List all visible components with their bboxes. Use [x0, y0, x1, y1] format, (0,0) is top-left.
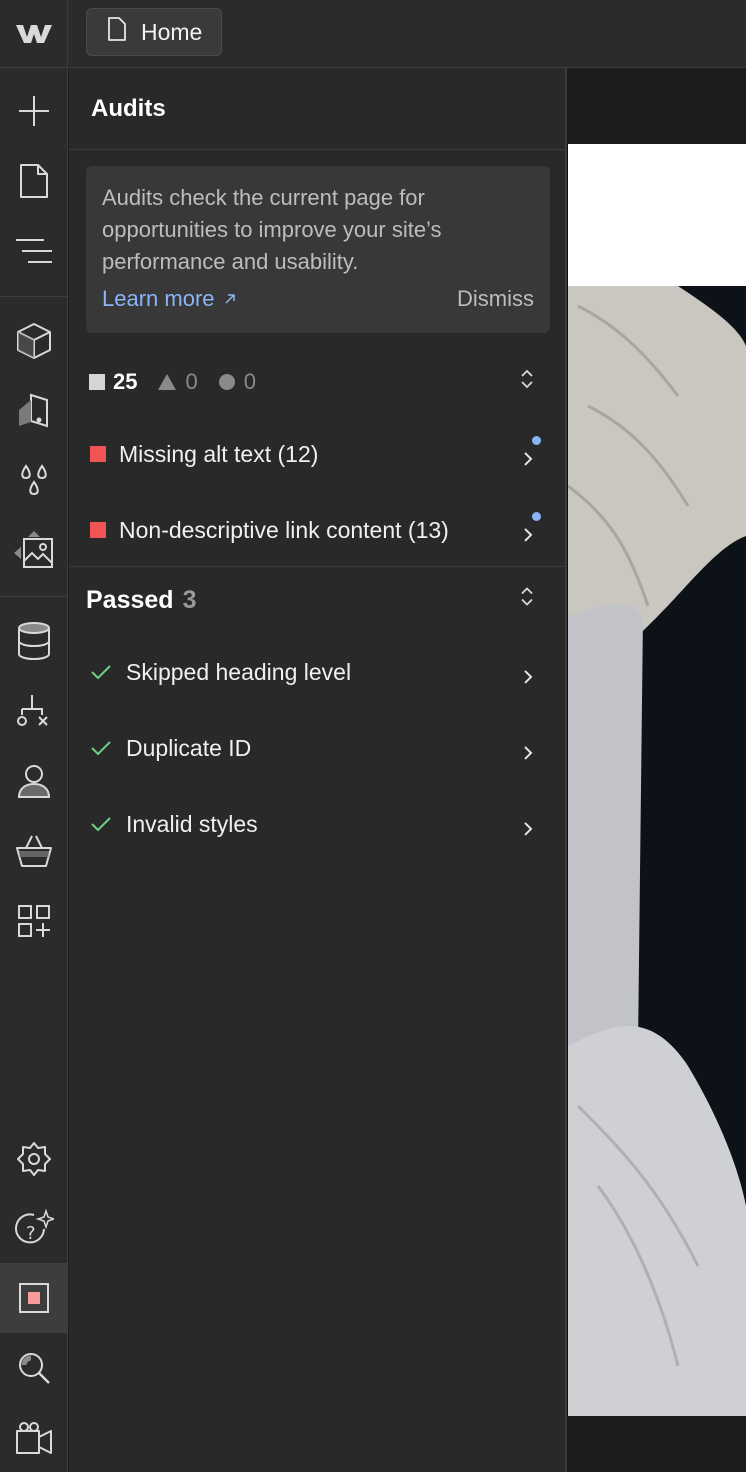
issue-label: Missing alt text (12) — [119, 440, 319, 467]
chevron-right-icon — [523, 664, 533, 691]
audits-panel: Audits Audits check the current page for… — [69, 68, 567, 1472]
components-icon[interactable] — [0, 306, 68, 376]
audit-summary: 25 0 0 — [69, 356, 565, 408]
chevron-right-icon — [523, 446, 533, 473]
error-square-icon — [90, 446, 106, 462]
passed-section-header[interactable]: Passed 3 — [69, 576, 565, 624]
issue-missing-alt-text[interactable]: Missing alt text (12) — [69, 419, 565, 489]
video-tutorials-icon[interactable] — [0, 1403, 68, 1472]
new-indicator-dot — [532, 512, 541, 521]
warning-triangle-icon — [158, 374, 177, 390]
ecommerce-icon[interactable] — [0, 816, 68, 886]
expand-collapse-icon[interactable] — [519, 367, 535, 397]
page-icon — [107, 17, 127, 47]
top-bar: Home — [0, 0, 746, 68]
check-icon — [91, 817, 111, 832]
dismiss-button[interactable]: Dismiss — [457, 286, 534, 312]
passed-item-label: Invalid styles — [126, 810, 258, 837]
learn-more-label: Learn more — [102, 286, 215, 311]
variables-icon[interactable] — [0, 446, 68, 516]
error-square-icon — [89, 374, 105, 390]
passed-invalid-styles[interactable]: Invalid styles — [69, 789, 565, 859]
settings-icon[interactable] — [0, 1124, 68, 1194]
design-canvas[interactable] — [567, 68, 746, 1472]
left-toolbar: ? — [0, 68, 68, 1472]
audits-icon[interactable] — [0, 1263, 68, 1333]
new-indicator-dot — [532, 436, 541, 445]
pages-icon[interactable] — [0, 146, 68, 216]
webflow-logo-icon[interactable] — [0, 0, 68, 67]
help-ai-icon[interactable]: ? — [0, 1194, 68, 1264]
info-text: Audits check the current page for opport… — [102, 185, 442, 274]
warnings-count: 0 — [157, 369, 198, 395]
navigator-icon[interactable] — [0, 216, 68, 286]
page-selector-label: Home — [141, 18, 203, 45]
suggestion-circle-icon — [218, 374, 235, 390]
apps-icon[interactable] — [0, 886, 68, 956]
passed-duplicate-id[interactable]: Duplicate ID — [69, 713, 565, 783]
check-icon — [91, 665, 111, 680]
logic-icon[interactable] — [0, 676, 68, 746]
issue-label: Non-descriptive link content (13) — [119, 516, 449, 543]
chevron-right-icon — [523, 522, 533, 549]
users-icon[interactable] — [0, 746, 68, 816]
chevron-right-icon — [523, 816, 533, 843]
passed-skipped-heading-level[interactable]: Skipped heading level — [69, 637, 565, 707]
canvas-top-bar — [567, 68, 746, 144]
divider — [69, 566, 565, 567]
add-icon[interactable] — [0, 76, 68, 146]
expand-collapse-icon[interactable] — [519, 585, 535, 616]
external-link-icon — [223, 286, 237, 312]
canvas-header-section — [568, 144, 746, 286]
passed-item-label: Skipped heading level — [126, 658, 352, 685]
issue-non-descriptive-link[interactable]: Non-descriptive link content (13) — [69, 495, 565, 565]
chevron-right-icon — [523, 740, 533, 767]
suggestions-count: 0 — [218, 369, 256, 395]
panel-title: Audits — [69, 68, 565, 150]
passed-label: Passed — [86, 585, 174, 614]
page-selector-button[interactable]: Home — [86, 8, 222, 56]
assets-icon[interactable] — [0, 516, 68, 586]
check-icon — [91, 741, 111, 756]
style-selectors-icon[interactable] — [0, 376, 68, 446]
canvas-bottom-bar — [567, 1416, 746, 1472]
learn-more-link[interactable]: Learn more — [102, 286, 237, 312]
errors-count: 25 — [89, 369, 137, 395]
search-icon[interactable] — [0, 1333, 68, 1403]
error-square-icon — [90, 522, 106, 538]
passed-item-label: Duplicate ID — [126, 734, 252, 761]
cms-icon[interactable] — [0, 606, 68, 676]
info-card: Audits check the current page for opport… — [86, 166, 550, 333]
canvas-hero-image — [568, 286, 746, 1416]
svg-text:?: ? — [26, 1223, 36, 1244]
passed-count: 3 — [182, 585, 197, 614]
